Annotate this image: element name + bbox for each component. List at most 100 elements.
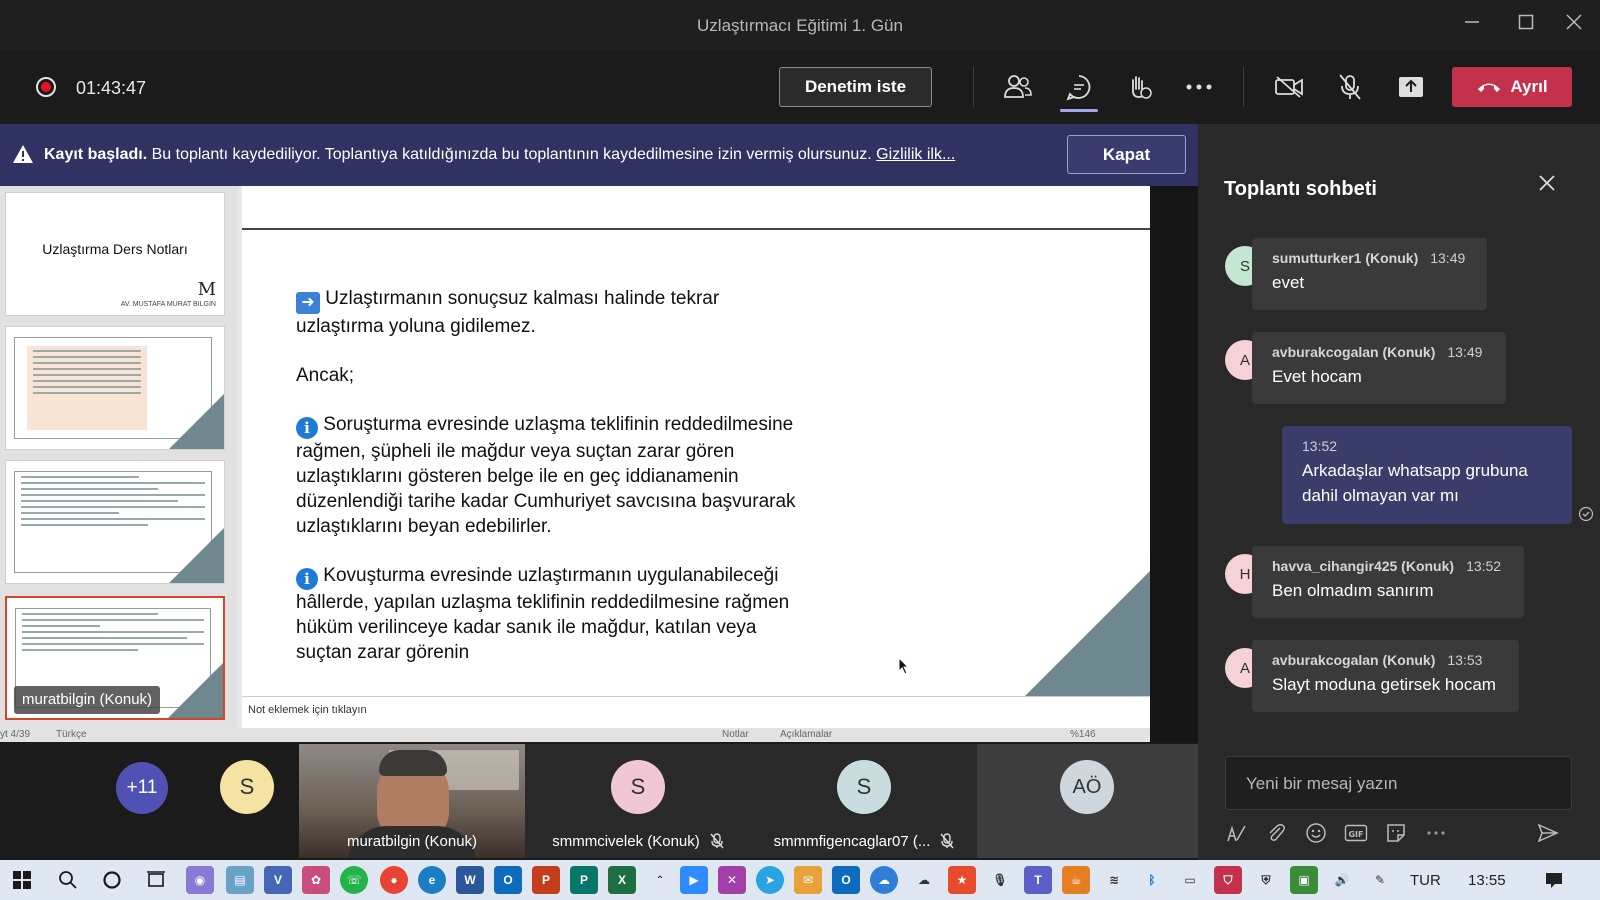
- camera-toggle-button[interactable]: [1270, 68, 1308, 106]
- slide-thumbnail[interactable]: Uzlaştırma Ders Notları M AV. MUSTAFA MU…: [5, 192, 225, 316]
- battery-icon[interactable]: ▭: [1176, 866, 1204, 894]
- security-app[interactable]: ⛉: [1214, 866, 1242, 894]
- dismiss-banner-button[interactable]: Kapat: [1067, 135, 1186, 174]
- word-app[interactable]: W: [456, 866, 484, 894]
- participant-tile[interactable]: AÖ: [977, 744, 1198, 858]
- participant-video-tile[interactable]: muratbilgin (Konuk): [299, 744, 525, 858]
- chrome-app[interactable]: ●: [380, 866, 408, 894]
- send-button[interactable]: [1534, 819, 1562, 847]
- chat-message[interactable]: havva_cihangir425 (Konuk) 13:52 Ben olmad…: [1252, 546, 1524, 618]
- svg-text:GIF: GIF: [1348, 830, 1363, 839]
- message-time: 13:52: [1302, 438, 1338, 454]
- chat-message[interactable]: avburakcogalan (Konuk) 13:53 Slayt moduna…: [1252, 640, 1519, 712]
- format-button[interactable]: [1222, 819, 1250, 847]
- request-control-button[interactable]: Denetim iste: [779, 67, 932, 107]
- slide-paragraph: i Kovuşturma evresinde uzlaştırmanın uyg…: [296, 563, 796, 665]
- format-pen-icon: [1227, 825, 1246, 842]
- leave-button[interactable]: Ayrıl: [1452, 67, 1572, 107]
- shared-presentation: Uzlaştırma Ders Notları M AV. MUSTAFA MU…: [0, 186, 1150, 742]
- bluetooth-icon[interactable]: ᛒ: [1138, 866, 1166, 894]
- chat-message-own[interactable]: 13:52 Arkadaşlar whatsapp grubuna dahil …: [1282, 426, 1572, 524]
- chat-compose-input[interactable]: Yeni bir mesaj yazın: [1225, 756, 1572, 810]
- camera-off-icon: [1275, 76, 1303, 98]
- teams-app[interactable]: T: [1024, 866, 1052, 894]
- edge-app[interactable]: e: [418, 866, 446, 894]
- notes-toggle[interactable]: Notlar: [722, 729, 749, 740]
- search-button[interactable]: [54, 866, 82, 894]
- mail-app[interactable]: ✉: [794, 866, 822, 894]
- chat-message[interactable]: sumutturker1 (Konuk) 13:49 evet: [1252, 238, 1487, 310]
- arrow-right-icon: ➜: [296, 292, 320, 314]
- volume-icon[interactable]: 🔊: [1328, 866, 1356, 894]
- share-screen-button[interactable]: [1392, 68, 1430, 106]
- taskbar-scroll[interactable]: ⌃: [646, 866, 674, 894]
- participant-tile[interactable]: S smmmcivelek (Konuk): [525, 744, 751, 858]
- task-view-button[interactable]: [142, 866, 170, 894]
- whatsapp-app[interactable]: ☏: [340, 866, 368, 894]
- ppt-status-bar: yt 4/39 Türkçe Notlar Açıklamalar %146: [0, 728, 1150, 742]
- close-window-button[interactable]: [1562, 12, 1586, 36]
- close-icon[interactable]: [1538, 174, 1556, 192]
- cloud-icon[interactable]: ☁: [910, 866, 938, 894]
- participant-tile[interactable]: S smmmfigencaglar07 (...: [751, 744, 977, 858]
- excel-app[interactable]: X: [608, 866, 636, 894]
- notes-pane[interactable]: Not eklemek için tıklayın: [242, 696, 1150, 728]
- maps-app[interactable]: ◉: [186, 866, 214, 894]
- publisher-app[interactable]: P: [570, 866, 598, 894]
- more-icon: [1427, 831, 1445, 835]
- microphone-icon[interactable]: 🎙: [986, 866, 1014, 894]
- participant-name: smmmcivelek (Konuk): [552, 833, 700, 850]
- app-icon[interactable]: ★: [948, 866, 976, 894]
- shield-icon[interactable]: ⛨: [1252, 866, 1280, 894]
- start-button[interactable]: [8, 866, 36, 894]
- onedrive-app[interactable]: ☁: [870, 866, 898, 894]
- message-meta: sumutturker1 (Konuk) 13:49: [1272, 250, 1473, 266]
- people-icon: [1004, 75, 1032, 98]
- cortana-button[interactable]: [98, 866, 126, 894]
- minimize-button[interactable]: [1460, 12, 1484, 36]
- visio-app[interactable]: V: [264, 866, 292, 894]
- nvidia-app[interactable]: ▣: [1290, 866, 1318, 894]
- more-icon: [1186, 84, 1212, 90]
- participants-button[interactable]: [999, 68, 1037, 106]
- attach-button[interactable]: [1262, 819, 1290, 847]
- app-icon[interactable]: ✿: [302, 866, 330, 894]
- notification-center-button[interactable]: [1540, 866, 1568, 894]
- powerpoint-app[interactable]: P: [532, 866, 560, 894]
- app-icon[interactable]: ✕: [718, 866, 746, 894]
- outlook-app[interactable]: O: [832, 866, 860, 894]
- participant-avatar[interactable]: S: [220, 760, 274, 814]
- more-participants-badge[interactable]: +11: [116, 762, 168, 814]
- meeting-timer: 01:43:47: [76, 78, 147, 98]
- gif-button[interactable]: GIF: [1342, 819, 1370, 847]
- gif-icon: GIF: [1344, 824, 1368, 842]
- system-clock[interactable]: 13:55: [1468, 872, 1506, 889]
- chat-message[interactable]: avburakcogalan (Konuk) 13:49 Evet hocam: [1252, 332, 1506, 404]
- slide-decoration: [1025, 571, 1150, 696]
- more-compose-options[interactable]: [1422, 819, 1450, 847]
- app-icon[interactable]: ▤: [226, 866, 254, 894]
- zoom-level: %146: [1070, 729, 1096, 740]
- maximize-icon: [1518, 14, 1534, 30]
- java-app[interactable]: ☕: [1062, 866, 1090, 894]
- raise-hand-icon: [1132, 76, 1152, 99]
- privacy-link[interactable]: Gizlilik ilk...: [876, 146, 955, 163]
- comments-toggle[interactable]: Açıklamalar: [780, 729, 832, 740]
- telegram-app[interactable]: ➤: [756, 866, 784, 894]
- message-text: Slayt moduna getirsek hocam: [1272, 675, 1496, 694]
- outlook-app[interactable]: O: [494, 866, 522, 894]
- slide-thumbnail[interactable]: [5, 326, 225, 450]
- wifi-icon[interactable]: ≋: [1100, 866, 1128, 894]
- zoom-app[interactable]: ▶: [680, 866, 708, 894]
- maximize-button[interactable]: [1514, 12, 1538, 36]
- chat-button[interactable]: [1060, 68, 1098, 106]
- sticker-button[interactable]: [1382, 819, 1410, 847]
- reactions-button[interactable]: [1120, 68, 1158, 106]
- more-actions-button[interactable]: [1180, 68, 1218, 106]
- mic-toggle-button[interactable]: [1331, 68, 1369, 106]
- input-language[interactable]: TUR: [1410, 872, 1441, 889]
- pen-icon[interactable]: ✎: [1366, 866, 1394, 894]
- participant-name-row: smmmcivelek (Konuk): [525, 833, 751, 850]
- emoji-button[interactable]: [1302, 819, 1330, 847]
- slide-thumbnail[interactable]: [5, 460, 225, 584]
